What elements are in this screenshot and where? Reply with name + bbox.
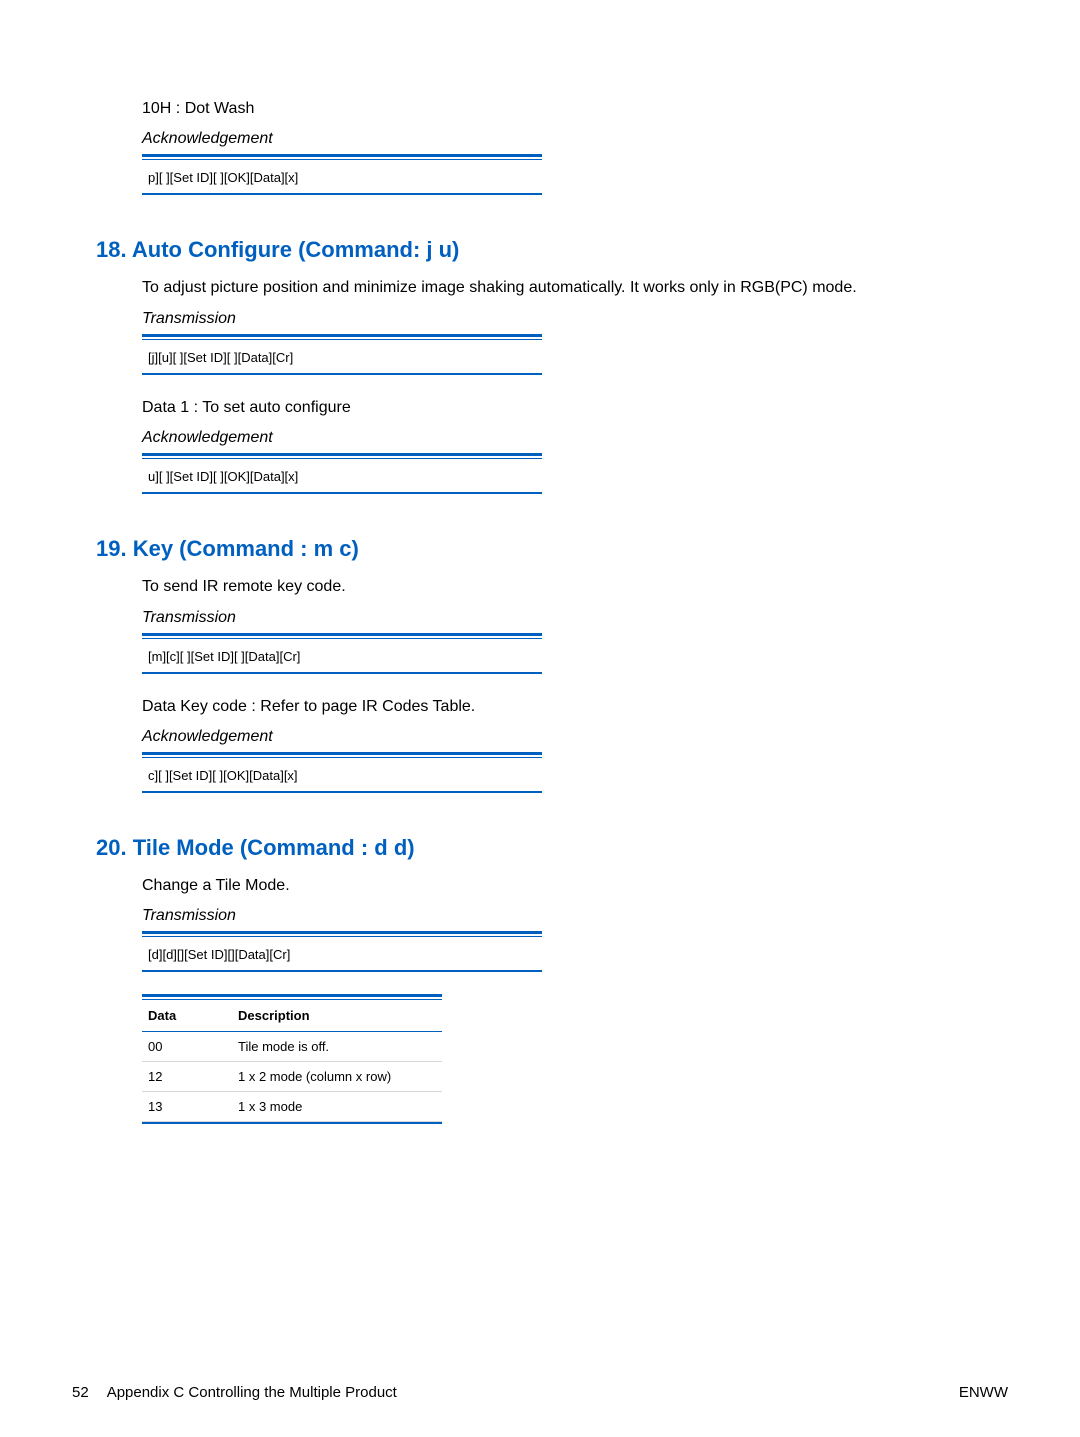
section-19-ack-label: Acknowledgement [142,728,984,746]
section-20-body: Change a Tile Mode. Transmission [d][d][… [142,875,984,1124]
section-19-trans-code-block: [m][c][ ][Set ID][ ][Data][Cr] [142,633,542,674]
footer-page-number: 52 [72,1384,89,1401]
code-text: [d][d][][Set ID][][Data][Cr] [142,945,542,970]
section-19-trans-label: Transmission [142,609,984,627]
table-header-row: Data Description [142,1000,442,1031]
intro-ack-label: Acknowledgement [142,130,984,148]
code-text: [j][u][ ][Set ID][ ][Data][Cr] [142,348,542,373]
section-20-trans-label: Transmission [142,907,984,925]
section-heading-19: 19. Key (Command : m c) [96,536,984,562]
section-18-body: To adjust picture position and minimize … [142,277,984,494]
section-19-body: To send IR remote key code. Transmission… [142,576,984,793]
table-cell: 1 x 3 mode [238,1099,436,1114]
page-footer: 52 Appendix C Controlling the Multiple P… [72,1384,1008,1401]
table-cell: 13 [148,1099,238,1114]
intro-ack-code-block: p][ ][Set ID][ ][OK][Data][x] [142,154,542,195]
section-18-description: To adjust picture position and minimize … [142,277,984,299]
table-row: 00 Tile mode is off. [142,1032,442,1062]
tile-mode-table: Data Description 00 Tile mode is off. 12… [142,994,442,1124]
section-18-ack-code-block: u][ ][Set ID][ ][OK][Data][x] [142,453,542,494]
section-heading-20: 20. Tile Mode (Command : d d) [96,835,984,861]
section-19-description: To send IR remote key code. [142,576,984,598]
table-row: 13 1 x 3 mode [142,1092,442,1122]
section-18-trans-label: Transmission [142,310,984,328]
code-text: [m][c][ ][Set ID][ ][Data][Cr] [142,647,542,672]
section-18-ack-label: Acknowledgement [142,429,984,447]
code-text: p][ ][Set ID][ ][OK][Data][x] [142,168,542,193]
intro-dot-wash: 10H : Dot Wash [142,98,984,120]
table-cell: 12 [148,1069,238,1084]
table-row: 12 1 x 2 mode (column x row) [142,1062,442,1092]
table-cell: 00 [148,1039,238,1054]
section-18-data-note: Data 1 : To set auto configure [142,397,984,419]
table-cell: Tile mode is off. [238,1039,436,1054]
document-page: 10H : Dot Wash Acknowledgement p][ ][Set… [0,0,1080,1437]
section-heading-18: 18. Auto Configure (Command: j u) [96,237,984,263]
table-cell: 1 x 2 mode (column x row) [238,1069,436,1084]
footer-appendix: Appendix C Controlling the Multiple Prod… [107,1384,397,1401]
code-text: c][ ][Set ID][ ][OK][Data][x] [142,766,542,791]
section-20-trans-code-block: [d][d][][Set ID][][Data][Cr] [142,931,542,972]
section-19-ack-code-block: c][ ][Set ID][ ][OK][Data][x] [142,752,542,793]
table-header-description: Description [238,1008,436,1023]
footer-right: ENWW [959,1384,1008,1401]
intro-block: 10H : Dot Wash Acknowledgement p][ ][Set… [142,98,984,195]
section-19-data-note: Data Key code : Refer to page IR Codes T… [142,696,984,718]
table-header-data: Data [148,1008,238,1023]
section-18-trans-code-block: [j][u][ ][Set ID][ ][Data][Cr] [142,334,542,375]
section-20-description: Change a Tile Mode. [142,875,984,897]
code-text: u][ ][Set ID][ ][OK][Data][x] [142,467,542,492]
